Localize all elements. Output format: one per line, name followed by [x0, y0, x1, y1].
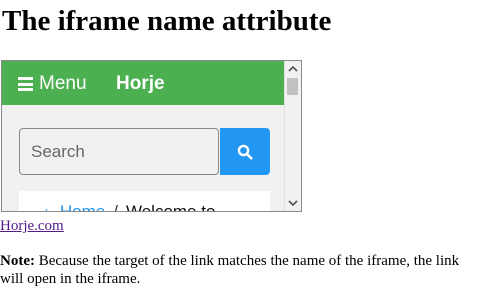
scroll-up-icon[interactable]	[285, 61, 301, 77]
breadcrumb-home-link[interactable]: Home	[60, 202, 105, 211]
scroll-thumb[interactable]	[287, 78, 298, 95]
breadcrumb-separator: /	[113, 202, 118, 211]
page-title: The iframe name attribute	[2, 5, 332, 37]
iframe-content: Menu Horje </> Home / Welcome to	[2, 61, 286, 211]
iframe-scrollbar[interactable]	[284, 61, 301, 211]
note-paragraph: Note: Because the target of the link mat…	[0, 252, 472, 288]
breadcrumb-current: Welcome to	[126, 202, 215, 211]
navbar: Menu Horje	[2, 61, 286, 105]
breadcrumb: </> Home / Welcome to	[19, 191, 270, 211]
menu-button[interactable]: Menu	[18, 72, 87, 96]
hamburger-icon	[18, 77, 33, 91]
code-icon: </>	[35, 207, 55, 211]
iframe[interactable]: Menu Horje </> Home / Welcome to	[1, 60, 302, 212]
horje-link[interactable]: Horje.com	[0, 218, 64, 235]
menu-label: Menu	[39, 73, 87, 94]
note-label: Note:	[0, 253, 35, 269]
search-icon	[237, 144, 253, 159]
search-button[interactable]	[220, 128, 270, 175]
scroll-down-icon[interactable]	[285, 195, 301, 211]
brand-logo[interactable]: Horje	[116, 73, 165, 95]
search-input[interactable]	[19, 128, 219, 175]
note-text: Because the target of the link matches t…	[0, 253, 460, 287]
